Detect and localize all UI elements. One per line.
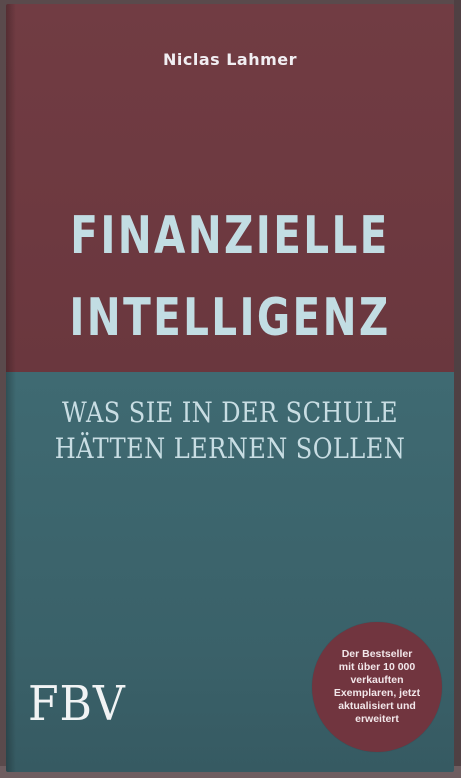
photo-background-right	[454, 0, 461, 778]
book-title-line-2: INTELLIGENZ	[69, 288, 391, 348]
spine-shadow	[6, 4, 16, 772]
badge-line: aktualisiert und	[338, 700, 416, 712]
badge-line: Exemplaren, jetzt	[333, 687, 421, 699]
bestseller-badge: Der Bestseller mit über 10 000 verkaufte…	[312, 622, 442, 752]
book-cover: Niclas Lahmer FINANZIELLE INTELLIGENZ WA…	[6, 4, 454, 772]
author-name: Niclas Lahmer	[162, 50, 298, 69]
badge-line: verkauften	[350, 674, 404, 686]
book-cover-photo: Niclas Lahmer FINANZIELLE INTELLIGENZ WA…	[0, 0, 461, 778]
book-title-line-1: FINANZIELLE	[70, 206, 390, 266]
publisher-logo: FBV	[28, 676, 126, 732]
badge-line: erweitert	[355, 713, 399, 725]
book-subtitle-line-2: HÄTTEN LERNEN SOLLEN	[54, 432, 406, 465]
bestseller-badge-text: Der Bestseller mit über 10 000 verkaufte…	[327, 648, 427, 726]
badge-line: mit über 10 000	[338, 661, 416, 673]
badge-line: Der Bestseller	[341, 648, 413, 660]
book-subtitle-line-1: WAS SIE IN DER SCHULE	[61, 396, 399, 429]
